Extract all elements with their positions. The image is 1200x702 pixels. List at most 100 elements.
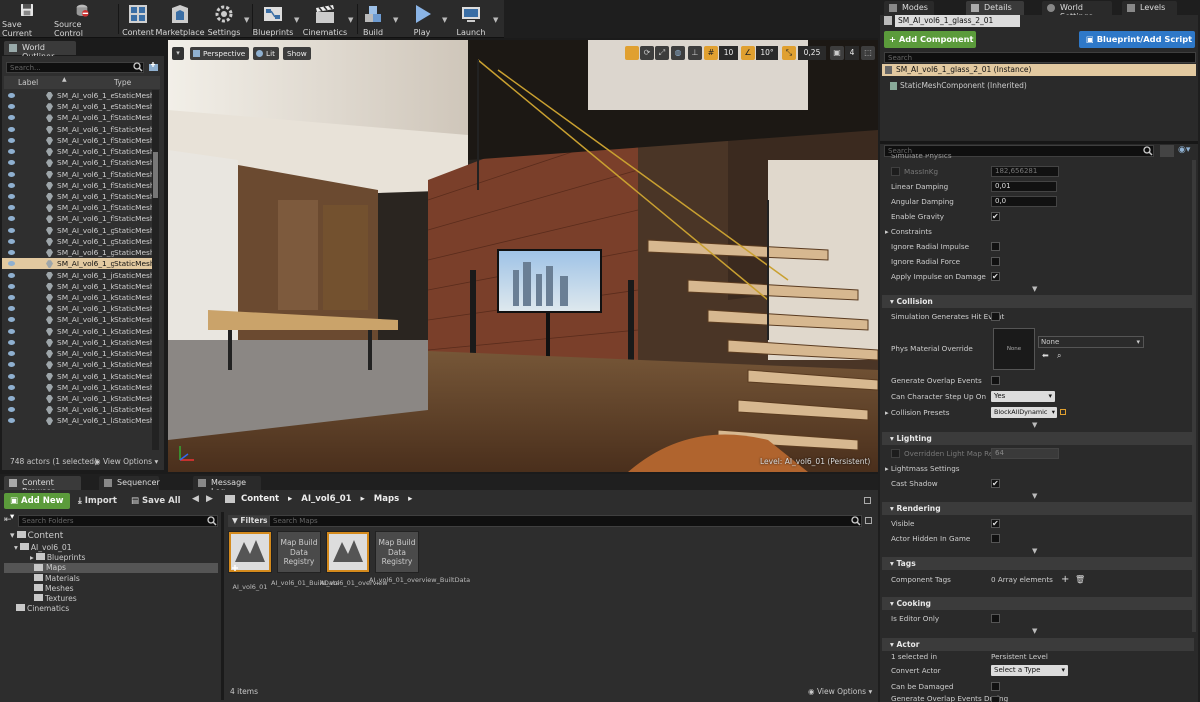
outliner-row[interactable]: SM_AI_vol6_1_kit StaticMesh [2, 337, 152, 348]
outliner-row[interactable]: SM_AI_vol6_1_kit StaticMesh [2, 393, 152, 404]
rotation-snap-value[interactable]: 10° [756, 46, 778, 60]
visibility-eye-icon[interactable] [8, 373, 15, 379]
generate-overlap-during-checkbox[interactable] [991, 696, 1000, 702]
tab-modes[interactable]: Modes [884, 1, 934, 15]
use-selected-arrow-icon[interactable]: ⬅ [1042, 351, 1049, 360]
lock-icon[interactable] [865, 517, 872, 524]
outliner-row[interactable]: SM_AI_vol6_1_la StaticMesh [2, 404, 152, 415]
outliner-row[interactable]: SM_AI_vol6_1_la StaticMesh [2, 415, 152, 426]
perspective-button[interactable]: Perspective [190, 47, 250, 60]
tab-content-browser[interactable]: Content Browser [4, 476, 81, 496]
translate-mode-icon[interactable] [625, 46, 639, 60]
overridden-lightmap-checkbox[interactable] [891, 449, 900, 458]
search-maps-input[interactable]: Search Maps [269, 515, 862, 527]
outliner-row[interactable]: SM_AI_vol6_1_flc StaticMesh [2, 135, 152, 146]
outliner-row[interactable]: SM_AI_vol6_1_kit StaticMesh [2, 326, 152, 337]
advanced-expand-arrow[interactable]: ▼ [1032, 627, 1037, 635]
static-mesh-component-row[interactable]: StaticMeshComponent (Inherited) [882, 80, 1196, 92]
marketplace-button[interactable]: Marketplace [155, 0, 205, 38]
outliner-row[interactable]: SM_AI_vol6_1_gl StaticMesh [2, 258, 152, 270]
asset-tile-map[interactable] [228, 531, 272, 573]
actor-hidden-checkbox[interactable] [991, 534, 1000, 543]
category-collision[interactable]: ▾ Collision [882, 295, 1194, 308]
visibility-eye-icon[interactable] [8, 339, 15, 345]
settings-dropdown-arrow[interactable]: ▼ [244, 16, 249, 24]
angular-damping-field[interactable]: 0,0 [991, 196, 1057, 207]
collision-presets-combo[interactable]: BlockAllDynamic ▾ [991, 407, 1057, 418]
visibility-eye-icon[interactable] [8, 171, 15, 177]
ignore-radial-force-checkbox[interactable] [991, 257, 1000, 266]
blueprints-button[interactable]: Blueprints [253, 0, 293, 38]
visibility-eye-icon[interactable] [8, 126, 15, 132]
outliner-row[interactable]: SM_AI_vol6_1_flc StaticMesh [2, 191, 152, 202]
camera-speed-icon[interactable]: ▣ [830, 46, 844, 60]
outliner-scrollbar[interactable] [152, 90, 159, 450]
visibility-eye-icon[interactable] [8, 317, 15, 323]
import-button[interactable]: ⤓ Import [78, 493, 117, 509]
source-control-button[interactable]: Source Control [54, 0, 110, 38]
tab-world-settings[interactable]: World Settings [1042, 1, 1112, 21]
splitter[interactable] [880, 141, 1198, 144]
outliner-row[interactable]: SM_AI_vol6_1_kit StaticMesh [2, 371, 152, 382]
scale-snap-icon[interactable]: ⤡ [782, 46, 796, 60]
cinematics-dropdown-arrow[interactable]: ▼ [348, 16, 353, 24]
viewport-options-button[interactable]: ▾ [172, 47, 184, 60]
visibility-eye-icon[interactable] [8, 160, 15, 166]
maximize-viewport-icon[interactable]: ⬚ [861, 46, 875, 60]
tab-message-log[interactable]: Message Log [193, 476, 261, 496]
outliner-search-input[interactable]: Search... [6, 62, 144, 73]
visibility-eye-icon[interactable] [8, 407, 15, 413]
outliner-row[interactable]: SM_AI_vol6_1_ju StaticMesh [2, 270, 152, 281]
outliner-row[interactable]: SM_AI_vol6_1_gl StaticMesh [2, 247, 152, 258]
tree-item-materials[interactable]: Materials [34, 574, 80, 583]
enable-gravity-checkbox[interactable] [991, 209, 1000, 224]
show-flags-button[interactable]: Show [283, 47, 311, 60]
visibility-eye-icon[interactable] [8, 272, 15, 278]
outliner-row[interactable]: SM_AI_vol6_1_flc StaticMesh [2, 202, 152, 213]
outliner-row[interactable]: SM_AI_vol6_1_kit StaticMesh [2, 281, 152, 292]
column-type[interactable]: Type [114, 76, 131, 89]
content-view-options[interactable]: ◉ View Options ▾ [808, 687, 872, 696]
advanced-expand-arrow[interactable]: ▼ [1032, 285, 1037, 293]
lock-icon[interactable] [864, 497, 871, 504]
can-be-damaged-checkbox[interactable] [991, 682, 1000, 691]
scale-snap-value[interactable]: 0,25 [798, 46, 826, 60]
outliner-row[interactable]: SM_AI_vol6_1_flc StaticMesh [2, 112, 152, 123]
build-dropdown-arrow[interactable]: ▼ [393, 16, 398, 24]
visibility-eye-icon[interactable] [8, 149, 15, 155]
outliner-view-options[interactable]: ◉ View Options ▾ [94, 457, 158, 466]
visibility-eye-icon[interactable] [8, 250, 15, 256]
add-folder-icon[interactable] [148, 61, 159, 72]
search-folders-input[interactable]: Search Folders [18, 515, 218, 527]
linear-damping-field[interactable]: 0,01 [991, 181, 1057, 192]
advanced-expand-arrow[interactable]: ▼ [1032, 492, 1037, 500]
phys-material-combo[interactable]: None ▾ [1038, 336, 1144, 348]
save-current-button[interactable]: Save Current [2, 0, 52, 38]
visibility-eye-icon[interactable] [8, 205, 15, 211]
actor-name-field[interactable]: SM_AI_vol6_1_glass_2_01 [895, 15, 1020, 27]
visibility-eye-icon[interactable] [8, 362, 15, 368]
visibility-eye-icon[interactable] [8, 227, 15, 233]
sim-hit-checkbox[interactable] [991, 312, 1000, 321]
surface-snap-icon[interactable]: ⊥ [688, 46, 702, 60]
outliner-row[interactable]: SM_AI_vol6_1_kit StaticMesh [2, 382, 152, 393]
tab-levels[interactable]: Levels [1122, 1, 1177, 15]
visibility-eye-icon[interactable] [8, 395, 15, 401]
blueprints-dropdown-arrow[interactable]: ▼ [294, 16, 299, 24]
tree-item-maps-selected[interactable]: Maps [4, 563, 218, 573]
history-back-button[interactable]: ◀ [192, 494, 199, 504]
visibility-eye-icon[interactable] [8, 261, 15, 267]
outliner-row[interactable]: SM_AI_vol6_1_kit StaticMesh [2, 348, 152, 359]
components-search-input[interactable]: Search [884, 52, 1196, 63]
overlap-events-checkbox[interactable] [991, 376, 1000, 385]
breadcrumb-ai-vol6-01[interactable]: AI_vol6_01 [301, 494, 351, 504]
camera-speed-value[interactable]: 4 [845, 46, 859, 60]
mass-override-checkbox[interactable] [891, 167, 900, 176]
add-new-button[interactable]: ▣ Add New ▾ [4, 493, 70, 522]
step-up-combo[interactable]: Yes ▾ [991, 391, 1055, 402]
delete-trash-icon[interactable]: 🗑 [1075, 572, 1085, 587]
visibility-eye-icon[interactable] [8, 182, 15, 188]
outliner-row[interactable]: SM_AI_vol6_1_ga StaticMesh [2, 225, 152, 236]
visibility-eye-icon[interactable] [8, 418, 15, 424]
outliner-row[interactable]: SM_AI_vol6_1_flc StaticMesh [2, 180, 152, 191]
